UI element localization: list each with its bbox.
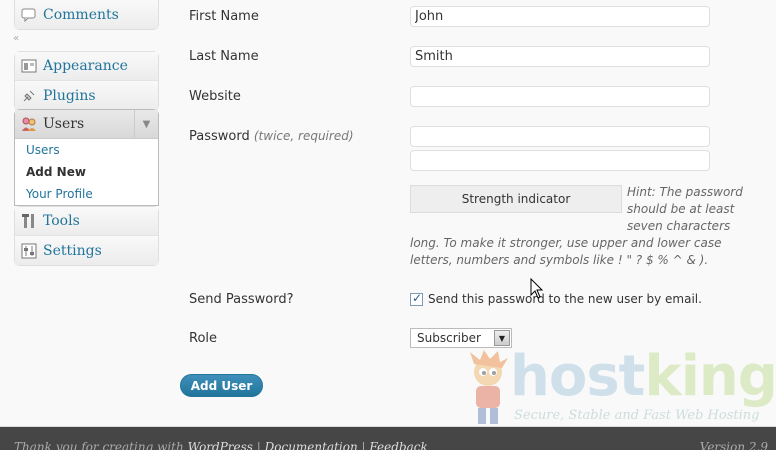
hostking-logo: hostking Secure, Stable and Fast Web Hos… [462,344,776,430]
logo-tagline: Secure, Stable and Fast Web Hosting [514,408,760,423]
send-password-text: Send this password to the new user by em… [428,292,702,306]
submenu-users[interactable]: Users [15,139,158,161]
send-password-checkbox[interactable] [410,291,423,306]
add-user-button[interactable]: Add User [180,374,263,397]
website-label: Website [189,89,241,104]
last-name-label: Last Name [189,49,259,64]
menu-label-appearance: Appearance [43,58,128,74]
logo-word-host: host [510,344,645,409]
website-field[interactable] [410,86,710,107]
password-hint-part1: Hint: The password should be at least se… [627,185,743,233]
menu-group-users: Users ▼ Users Add New Your Profile [14,109,159,206]
submenu-your-profile[interactable]: Your Profile [15,183,158,205]
footer-left: Thank you for creating with WordPress | … [14,440,428,450]
last-name-field[interactable] [410,46,710,67]
password-confirm-field[interactable] [410,150,710,171]
password-field[interactable] [410,126,710,147]
footer-documentation-link[interactable]: Documentation [265,440,358,450]
password-note: (twice, required) [253,129,354,143]
role-select[interactable]: Subscriber ▼ [410,328,512,348]
password-label: Password [189,129,250,144]
settings-icon [21,243,37,259]
menu-item-users[interactable]: Users ▼ [15,110,158,139]
send-password-row: Send this password to the new user by em… [410,291,702,306]
password-hint-part2: long. To make it stronger, use upper and… [410,236,722,267]
first-name-field[interactable] [410,6,710,27]
tools-icon [21,213,37,229]
menu-item-settings[interactable]: Settings [15,236,158,265]
collapse-menu-icon[interactable]: « [13,33,19,44]
logo-word-king: king [644,344,776,409]
send-password-label: Send Password? [189,292,294,307]
footer: Thank you for creating with WordPress | … [0,426,776,450]
plugins-icon [21,88,37,104]
users-icon [21,116,37,132]
footer-feedback-link[interactable]: Feedback [369,440,427,450]
appearance-icon [21,58,37,74]
menu-group-comments: Comments [14,0,159,30]
first-name-label: First Name [189,9,259,24]
mouse-cursor-icon [530,278,544,299]
menu-label-tools: Tools [43,213,80,229]
menu-item-comments[interactable]: Comments [15,0,158,29]
chevron-down-icon[interactable]: ▼ [134,110,158,138]
menu-group-tools: Tools Settings [14,206,159,266]
mascot-icon [470,350,508,424]
menu-group-appearance: Appearance Plugins [14,51,159,111]
logo-wordmark: hostking [510,344,776,409]
footer-wordpress-link[interactable]: WordPress [188,440,253,450]
footer-version: Version 2.9 [699,440,768,450]
footer-thanks: Thank you for creating with [14,440,184,450]
menu-item-plugins[interactable]: Plugins [15,81,158,110]
comments-icon [21,7,37,23]
menu-label-plugins: Plugins [43,87,96,104]
chevron-down-icon[interactable]: ▼ [494,330,510,346]
menu-item-appearance[interactable]: Appearance [15,52,158,81]
strength-indicator: Strength indicator [410,185,622,213]
menu-label-users: Users [43,116,85,132]
menu-item-tools[interactable]: Tools [15,207,158,236]
role-label: Role [189,331,218,346]
menu-label-comments: Comments [43,6,119,23]
password-label-row: Password (twice, required) [189,129,354,144]
submenu-add-new[interactable]: Add New [15,161,158,183]
role-select-value: Subscriber [417,331,481,345]
menu-label-settings: Settings [43,242,102,259]
